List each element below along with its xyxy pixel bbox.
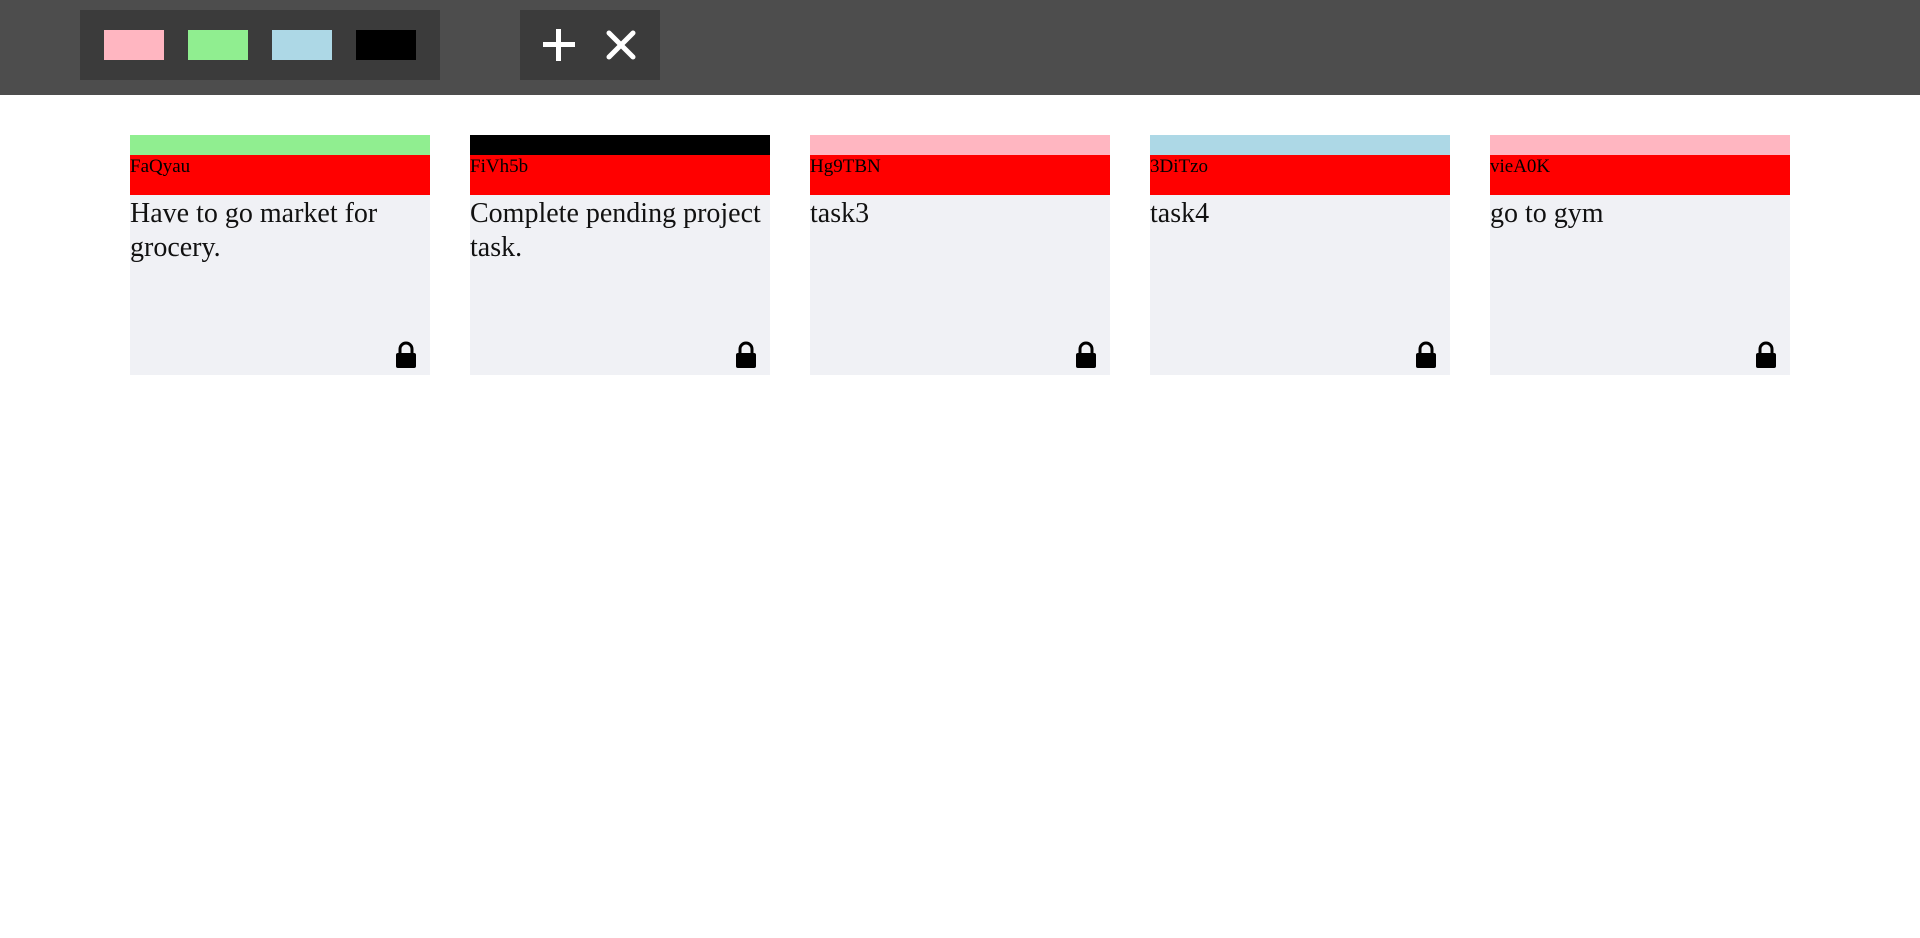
close-icon (606, 30, 636, 60)
note-text[interactable]: go to gym (1490, 195, 1790, 231)
lock-icon[interactable] (1414, 341, 1438, 369)
note-text[interactable]: task4 (1150, 195, 1450, 231)
note-card[interactable]: FiVh5b Complete pending project task. (470, 135, 770, 375)
note-card[interactable]: vieA0K go to gym (1490, 135, 1790, 375)
note-color-bar (1150, 135, 1450, 155)
toolbar (0, 0, 1920, 95)
note-color-bar (1490, 135, 1790, 155)
color-swatch-pink[interactable] (104, 30, 164, 60)
note-id: Hg9TBN (810, 155, 1110, 195)
note-id: vieA0K (1490, 155, 1790, 195)
note-text[interactable]: Complete pending project task. (470, 195, 770, 265)
note-text[interactable]: Have to go market for grocery. (130, 195, 430, 265)
note-color-bar (470, 135, 770, 155)
note-card[interactable]: FaQyau Have to go market for grocery. (130, 135, 430, 375)
delete-note-button[interactable] (599, 23, 643, 67)
action-group (520, 10, 660, 80)
note-card[interactable]: 3DiTzo task4 (1150, 135, 1450, 375)
lock-icon[interactable] (1754, 341, 1778, 369)
note-color-bar (810, 135, 1110, 155)
plus-icon (543, 29, 576, 61)
color-swatch-black[interactable] (356, 30, 416, 60)
color-swatch-blue[interactable] (272, 30, 332, 60)
lock-icon[interactable] (394, 341, 418, 369)
note-text[interactable]: task3 (810, 195, 1110, 231)
lock-icon[interactable] (1074, 341, 1098, 369)
note-id: FiVh5b (470, 155, 770, 195)
note-card[interactable]: Hg9TBN task3 (810, 135, 1110, 375)
note-id: FaQyau (130, 155, 430, 195)
color-palette (80, 10, 440, 80)
note-id: 3DiTzo (1150, 155, 1450, 195)
add-note-button[interactable] (537, 23, 581, 67)
color-swatch-green[interactable] (188, 30, 248, 60)
note-color-bar (130, 135, 430, 155)
lock-icon[interactable] (734, 341, 758, 369)
